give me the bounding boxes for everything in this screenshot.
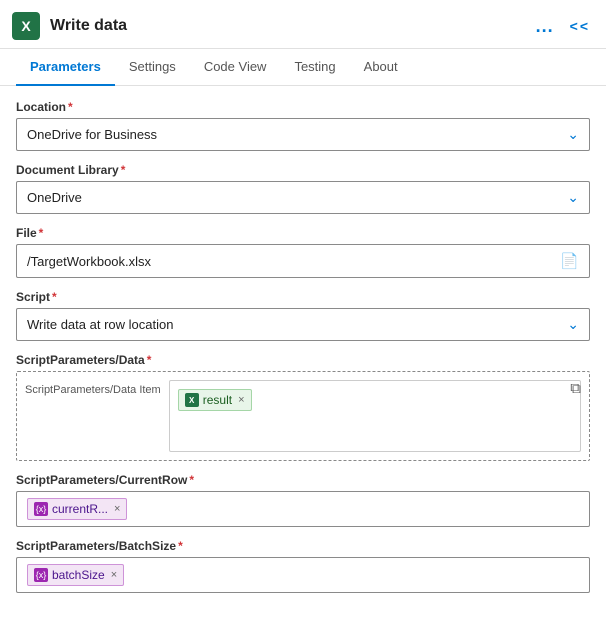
result-token-text: result: [203, 393, 232, 407]
document-library-value: OneDrive: [27, 190, 82, 205]
document-library-required: *: [121, 163, 126, 177]
file-browse-icon[interactable]: 📄: [560, 252, 579, 270]
batch-size-token-text: batchSize: [52, 568, 105, 582]
parameters-content: Location* OneDrive for Business ⌄ Docume…: [0, 86, 606, 619]
script-label: Script*: [16, 290, 590, 304]
batch-size-input[interactable]: {x} batchSize ×: [16, 557, 590, 593]
header-actions: ... <<: [536, 16, 590, 37]
batch-size-field-group: ScriptParameters/BatchSize* {x} batchSiz…: [16, 539, 590, 593]
script-value: Write data at row location: [27, 317, 173, 332]
tab-codeview[interactable]: Code View: [190, 49, 281, 86]
tabs-bar: Parameters Settings Code View Testing Ab…: [0, 49, 606, 86]
chevron-down-icon: ⌄: [567, 126, 579, 143]
copy-table-icon[interactable]: ⧉: [570, 380, 581, 397]
file-field-group: File* /TargetWorkbook.xlsx 📄: [16, 226, 590, 278]
script-params-data-field-group: ScriptParameters/Data* ScriptParameters/…: [16, 353, 590, 461]
purple-token-icon: {x}: [34, 502, 48, 516]
chevron-down-icon: ⌄: [567, 189, 579, 206]
header: X Write data ... <<: [0, 0, 606, 49]
batch-size-required: *: [178, 539, 183, 553]
batch-size-token-close[interactable]: ×: [111, 569, 117, 581]
result-token[interactable]: X result ×: [178, 389, 252, 411]
document-library-field-group: Document Library* OneDrive ⌄: [16, 163, 590, 214]
current-row-required: *: [189, 473, 194, 487]
document-library-label: Document Library*: [16, 163, 590, 177]
tab-testing[interactable]: Testing: [280, 49, 349, 86]
script-params-data-box: ScriptParameters/Data Item X result × ⧉: [16, 371, 590, 461]
script-field-group: Script* Write data at row location ⌄: [16, 290, 590, 341]
batch-size-label: ScriptParameters/BatchSize*: [16, 539, 590, 553]
script-params-data-required: *: [147, 353, 152, 367]
collapse-button[interactable]: <<: [570, 18, 590, 34]
current-row-token-close[interactable]: ×: [114, 503, 120, 515]
script-params-sublabel: ScriptParameters/Data Item: [25, 380, 161, 452]
tab-settings[interactable]: Settings: [115, 49, 190, 86]
script-required: *: [52, 290, 57, 304]
purple-token-icon-2: {x}: [34, 568, 48, 582]
current-row-token-text: currentR...: [52, 502, 108, 516]
batch-size-token[interactable]: {x} batchSize ×: [27, 564, 124, 586]
chevron-down-icon: ⌄: [567, 316, 579, 333]
current-row-token[interactable]: {x} currentR... ×: [27, 498, 127, 520]
script-params-data-content[interactable]: X result ×: [169, 380, 581, 452]
file-value: /TargetWorkbook.xlsx: [27, 254, 151, 269]
current-row-input[interactable]: {x} currentR... ×: [16, 491, 590, 527]
excel-token-icon: X: [185, 393, 199, 407]
tab-parameters[interactable]: Parameters: [16, 49, 115, 86]
tab-about[interactable]: About: [350, 49, 412, 86]
current-row-label: ScriptParameters/CurrentRow*: [16, 473, 590, 487]
page-title: Write data: [50, 17, 127, 35]
location-required: *: [68, 100, 73, 114]
location-dropdown[interactable]: OneDrive for Business ⌄: [16, 118, 590, 151]
script-params-data-label: ScriptParameters/Data*: [16, 353, 590, 367]
file-label: File*: [16, 226, 590, 240]
location-label: Location*: [16, 100, 590, 114]
script-dropdown[interactable]: Write data at row location ⌄: [16, 308, 590, 341]
document-library-dropdown[interactable]: OneDrive ⌄: [16, 181, 590, 214]
more-options-button[interactable]: ...: [536, 16, 554, 37]
excel-icon: X: [12, 12, 40, 40]
location-field-group: Location* OneDrive for Business ⌄: [16, 100, 590, 151]
current-row-field-group: ScriptParameters/CurrentRow* {x} current…: [16, 473, 590, 527]
file-input[interactable]: /TargetWorkbook.xlsx 📄: [16, 244, 590, 278]
result-token-close[interactable]: ×: [238, 394, 244, 406]
location-value: OneDrive for Business: [27, 127, 157, 142]
file-required: *: [39, 226, 44, 240]
header-left: X Write data: [12, 12, 127, 40]
